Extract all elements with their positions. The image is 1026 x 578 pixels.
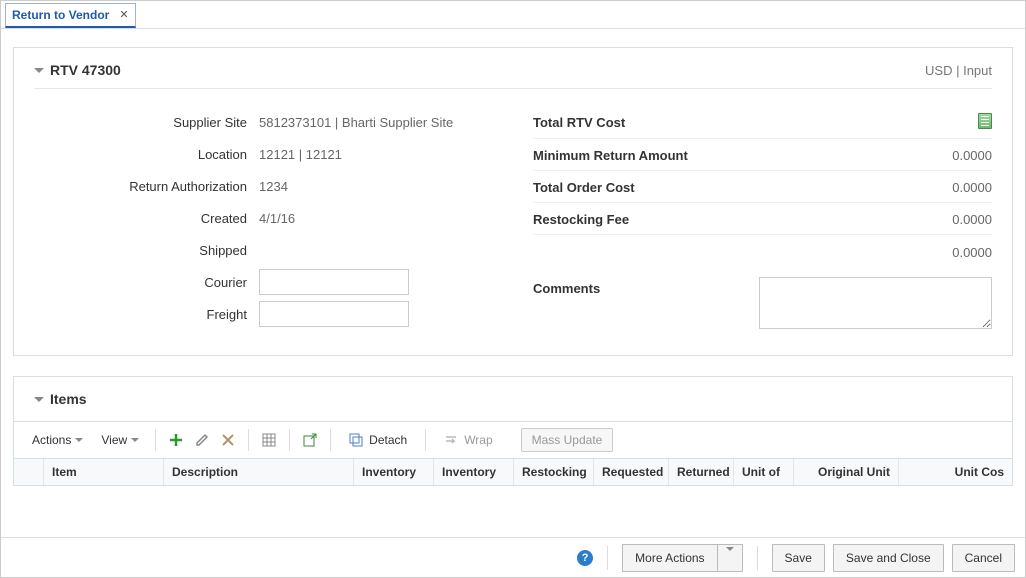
chevron-down-icon [726, 547, 734, 565]
grid-selector-col [14, 459, 44, 485]
rtv-panel-header: RTV 47300 USD | Input [34, 62, 992, 89]
items-grid-header: Item Description Inventory Inventory Res… [14, 458, 1012, 485]
tab-close-icon[interactable]: ✕ [119, 8, 128, 21]
toolbar-separator [289, 429, 290, 451]
location-value: 12121 | 12121 [259, 147, 342, 162]
created-value: 4/1/16 [259, 211, 295, 226]
supplier-site-label: Supplier Site [34, 115, 259, 130]
total-rtv-cost-label: Total RTV Cost [533, 115, 892, 130]
created-label: Created [34, 211, 259, 226]
total-rtv-cost-value [892, 113, 992, 132]
col-unit-of[interactable]: Unit of [734, 459, 794, 485]
col-description[interactable]: Description [164, 459, 354, 485]
return-auth-label: Return Authorization [34, 179, 259, 194]
actions-menu[interactable]: Actions [24, 429, 91, 451]
total-order-cost-label: Total Order Cost [533, 180, 892, 195]
edit-button[interactable] [190, 428, 214, 452]
courier-input[interactable] [259, 269, 409, 295]
col-unit-cost[interactable]: Unit Cos [899, 459, 1012, 485]
more-actions-label: More Actions [622, 544, 716, 572]
rtv-panel: RTV 47300 USD | Input Supplier Site 5812… [13, 47, 1013, 356]
col-item[interactable]: Item [44, 459, 164, 485]
col-original-unit[interactable]: Original Unit [794, 459, 899, 485]
min-return-amount-label: Minimum Return Amount [533, 148, 892, 163]
items-panel-title[interactable]: Items [14, 391, 1012, 421]
restocking-fee-value: 0.0000 [892, 212, 992, 227]
cancel-button[interactable]: Cancel [952, 544, 1015, 572]
col-requested[interactable]: Requested [594, 459, 669, 485]
help-icon[interactable]: ? [577, 550, 593, 566]
more-actions-button[interactable]: More Actions [622, 544, 742, 572]
calculator-icon[interactable] [978, 113, 992, 129]
save-and-close-button[interactable]: Save and Close [833, 544, 944, 572]
detach-button[interactable]: Detach [339, 429, 417, 451]
min-return-amount-value: 0.0000 [892, 148, 992, 163]
disclosure-icon [34, 68, 44, 73]
disclosure-icon [34, 397, 44, 402]
toolbar-separator [155, 429, 156, 451]
rtv-title-text: RTV 47300 [50, 62, 121, 78]
blank-amount-value: 0.0000 [892, 245, 992, 260]
export-button[interactable] [298, 428, 322, 452]
comments-label: Comments [533, 277, 759, 296]
bottom-bar: ? More Actions Save Save and Close Cance… [1, 537, 1025, 577]
rtv-subtitle: USD | Input [925, 63, 992, 78]
col-inventory-2[interactable]: Inventory [434, 459, 514, 485]
footer-separator [757, 546, 758, 570]
comments-input[interactable] [759, 277, 993, 329]
content-scroll[interactable]: RTV 47300 USD | Input Supplier Site 5812… [1, 29, 1025, 539]
chevron-down-icon [131, 438, 139, 442]
shipped-label: Shipped [34, 243, 259, 258]
more-actions-dropdown[interactable] [717, 544, 743, 572]
col-restocking[interactable]: Restocking [514, 459, 594, 485]
grid-options-button[interactable] [257, 428, 281, 452]
save-button[interactable]: Save [772, 544, 825, 572]
detach-label: Detach [369, 433, 407, 447]
view-menu-label: View [101, 433, 127, 447]
supplier-site-value: 5812373101 | Bharti Supplier Site [259, 115, 453, 130]
tab-label: Return to Vendor [12, 8, 109, 22]
chevron-down-icon [75, 438, 83, 442]
add-button[interactable] [164, 428, 188, 452]
col-inventory-1[interactable]: Inventory [354, 459, 434, 485]
location-label: Location [34, 147, 259, 162]
restocking-fee-label: Restocking Fee [533, 212, 892, 227]
mass-update-button[interactable]: Mass Update [521, 428, 614, 452]
right-column: Total RTV Cost Minimum Return Amount 0.0… [533, 107, 992, 331]
courier-label: Courier [34, 275, 259, 290]
view-menu[interactable]: View [93, 429, 147, 451]
return-auth-value: 1234 [259, 179, 288, 194]
toolbar-separator [330, 429, 331, 451]
toolbar-separator [248, 429, 249, 451]
items-toolbar: Actions View [14, 421, 1012, 458]
freight-label: Freight [34, 307, 259, 322]
freight-input[interactable] [259, 301, 409, 327]
wrap-label: Wrap [464, 433, 492, 447]
items-title-text: Items [50, 391, 87, 407]
items-panel: Items Actions View [13, 376, 1013, 486]
actions-menu-label: Actions [32, 433, 71, 447]
toolbar-separator [425, 429, 426, 451]
col-returned[interactable]: Returned [669, 459, 734, 485]
wrap-button[interactable]: Wrap [434, 429, 502, 451]
total-order-cost-value: 0.0000 [892, 180, 992, 195]
rtv-panel-title[interactable]: RTV 47300 [34, 62, 121, 78]
tab-bar: Return to Vendor ✕ [1, 1, 1025, 29]
footer-separator [607, 546, 608, 570]
left-column: Supplier Site 5812373101 | Bharti Suppli… [34, 107, 493, 331]
tab-return-to-vendor[interactable]: Return to Vendor ✕ [5, 3, 136, 28]
mass-update-label: Mass Update [532, 433, 603, 447]
delete-button[interactable] [216, 428, 240, 452]
